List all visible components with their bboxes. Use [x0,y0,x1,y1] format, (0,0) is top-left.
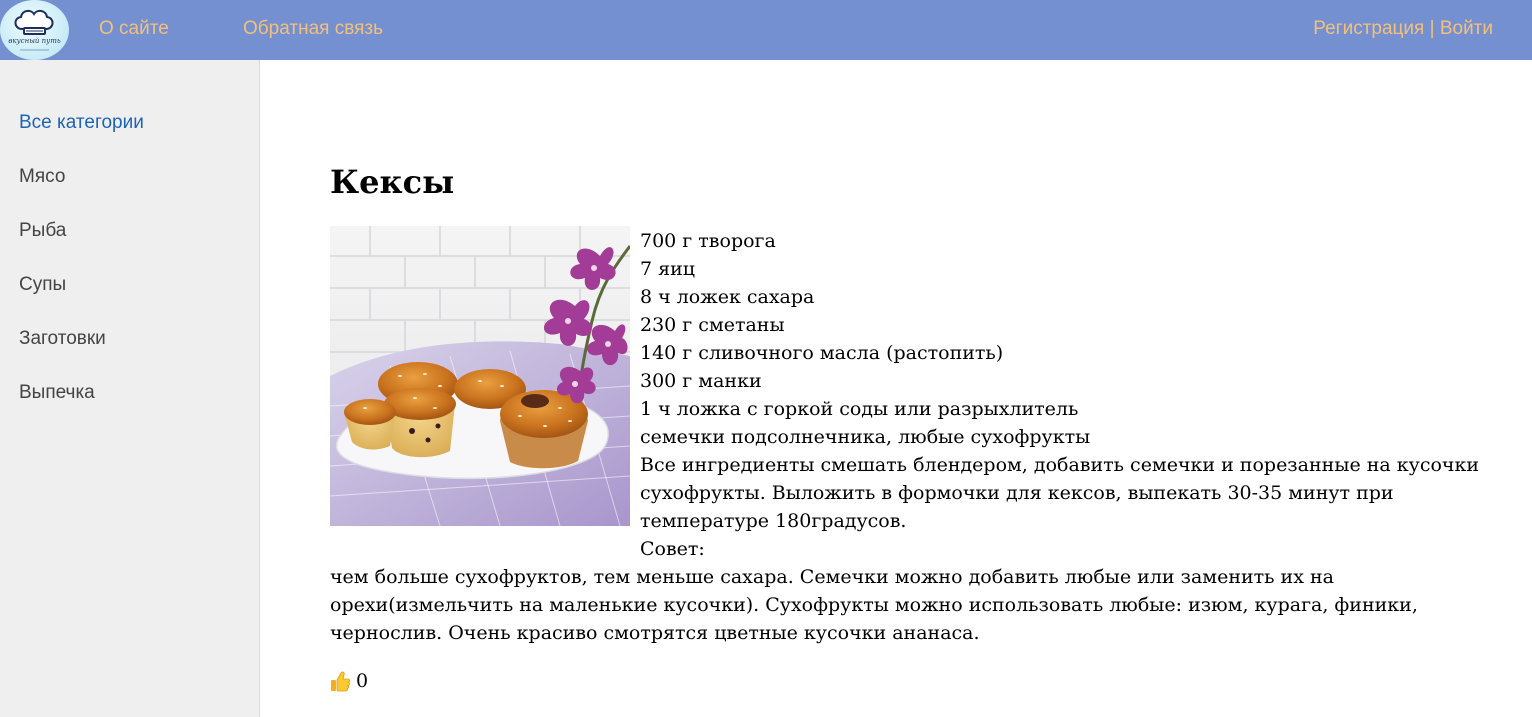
category-sidebar: Все категории Мясо Рыба Супы Заготовки В… [0,60,260,717]
chef-hat-icon: вкусный путь [8,9,61,51]
category-fish[interactable]: Рыба [19,220,66,242]
category-soups[interactable]: Супы [19,274,66,296]
recipe-body: 700 г творога 7 яиц 8 ч ложек сахара 230… [640,227,1510,563]
recipe-tip: чем больше сухофруктов, тем меньше сахар… [330,566,1418,644]
like-count: 0 [356,670,369,692]
category-preserves[interactable]: Заготовки [19,328,106,350]
top-navbar: вкусный путь О сайте Обратная связь Реги… [0,0,1532,60]
ingredient-line: 230 г сметаны [640,314,785,336]
like-button[interactable]: 0 [330,669,368,693]
ingredient-line: 700 г творога [640,230,776,252]
muffins-image [330,226,630,526]
login-link[interactable]: Войти [1440,18,1493,39]
register-link[interactable]: Регистрация [1313,18,1424,39]
site-logo[interactable]: вкусный путь [0,0,69,60]
ingredient-line: семечки подсолнечника, любые сухофрукты [640,426,1091,448]
recipe-title: Кексы [330,163,455,201]
ingredient-line: 300 г манки [640,370,762,392]
recipe-photo [330,226,630,526]
ingredient-line: 7 яиц [640,258,695,280]
recipe-instructions: Все ингредиенты смешать блендером, добав… [640,454,1479,532]
auth-separator: | [1424,18,1440,39]
thumbs-up-icon [331,671,350,692]
category-all[interactable]: Все категории [19,112,144,134]
svg-text:вкусный путь: вкусный путь [8,37,60,45]
ingredient-line: 8 ч ложек сахара [640,286,815,308]
nav-feedback-link[interactable]: Обратная связь [243,18,383,40]
ingredient-line: 140 г сливочного масла (растопить) [640,342,1004,364]
nav-about-link[interactable]: О сайте [99,18,169,40]
auth-links: Регистрация | Войти [1313,18,1493,40]
category-meat[interactable]: Мясо [19,166,65,188]
ingredient-line: 1 ч ложка с горкой соды или разрыхлитель [640,398,1079,420]
tip-label: Совет: [640,538,705,560]
category-baking[interactable]: Выпечка [19,382,95,404]
